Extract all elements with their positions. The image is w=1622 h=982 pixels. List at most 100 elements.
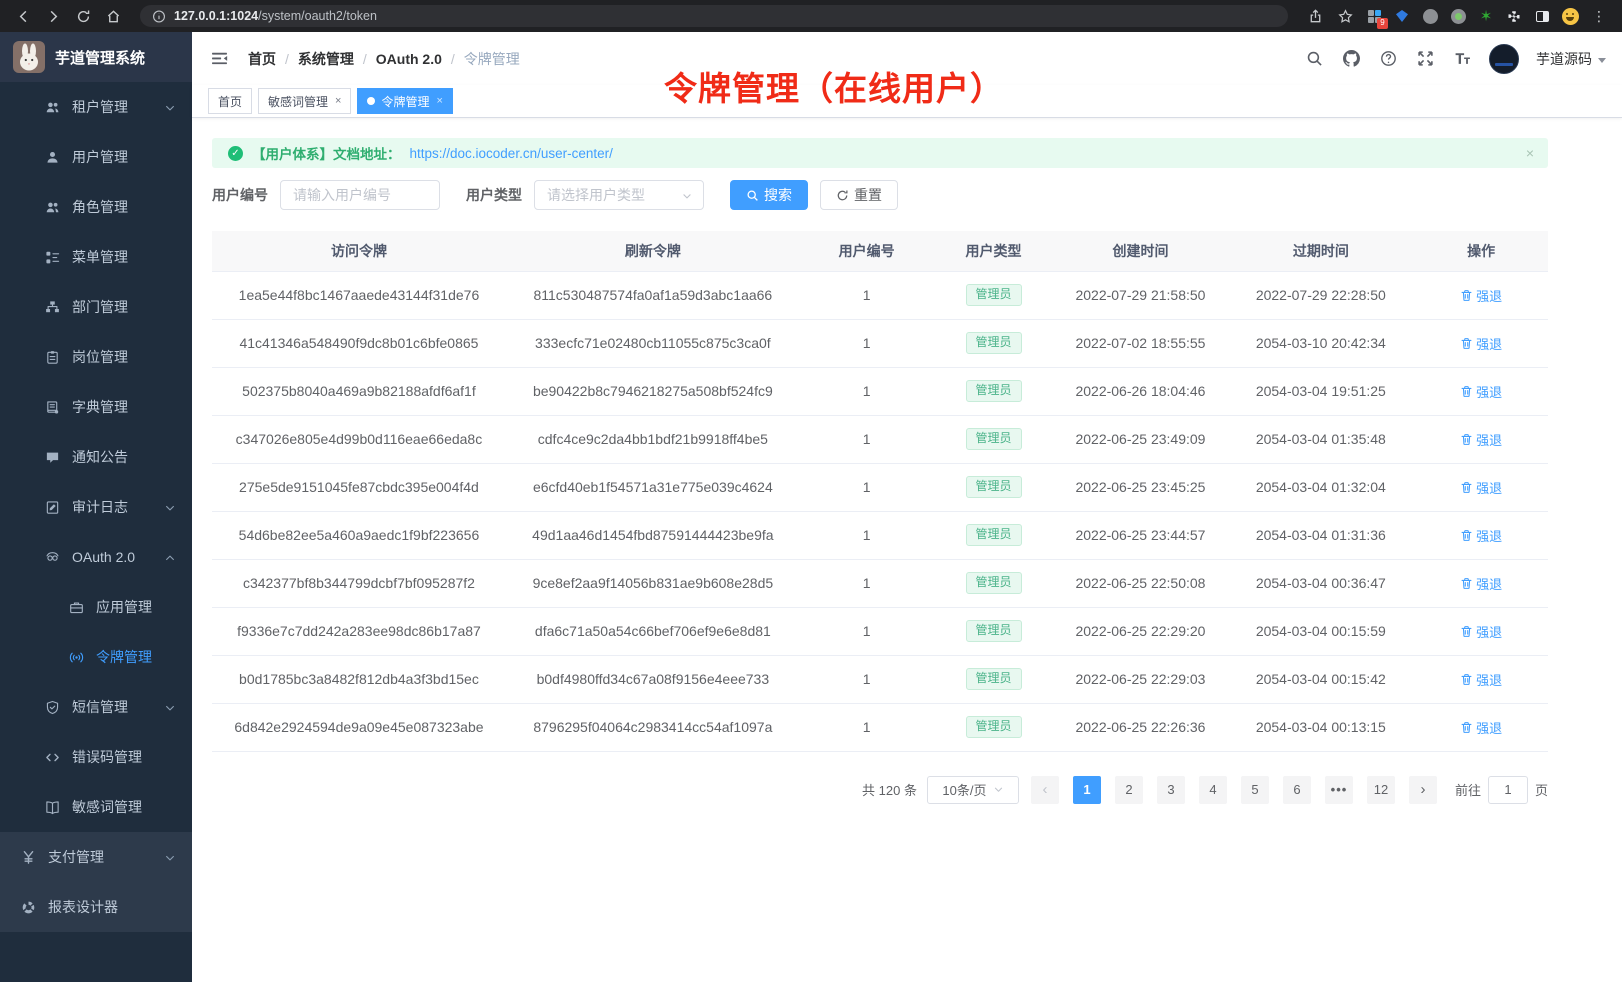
fullscreen-icon[interactable] xyxy=(1415,49,1435,69)
reload-icon[interactable] xyxy=(72,5,94,27)
share-icon[interactable] xyxy=(1304,5,1326,27)
goto-page-input[interactable] xyxy=(1488,776,1528,804)
search-button[interactable]: 搜索 xyxy=(730,180,808,210)
app-logo[interactable]: 芋道管理系统 xyxy=(0,32,192,82)
sidebar-item-菜单管理[interactable]: 菜单管理 xyxy=(0,232,192,282)
access-token-cell: b0d1785bc3a8482f812db4a3f3bd15ec xyxy=(212,655,506,703)
sidebar-item-通知公告[interactable]: 通知公告 xyxy=(0,432,192,482)
extension-gem-icon[interactable] xyxy=(1392,6,1412,26)
page-button-4[interactable]: 4 xyxy=(1199,776,1227,804)
sidebar-item-label: 角色管理 xyxy=(72,197,128,217)
page-button-1[interactable]: 1 xyxy=(1073,776,1101,804)
user-type-select[interactable]: 请选择用户类型 xyxy=(534,180,704,210)
sidebar-item-敏感词管理[interactable]: 敏感词管理 xyxy=(0,782,192,832)
force-logout-button[interactable]: 强退 xyxy=(1460,718,1502,737)
breadcrumb-item[interactable]: 系统管理 xyxy=(298,49,354,69)
sidebar-item-岗位管理[interactable]: 岗位管理 xyxy=(0,332,192,382)
search-icon xyxy=(746,189,759,202)
sidebar-item-label: 审计日志 xyxy=(72,497,128,517)
page-button-2[interactable]: 2 xyxy=(1115,776,1143,804)
browser-menu-icon[interactable]: ⋮ xyxy=(1588,5,1610,27)
bookmark-star-icon[interactable] xyxy=(1334,5,1356,27)
reset-button[interactable]: 重置 xyxy=(820,180,898,210)
prev-page-button[interactable]: ‹ xyxy=(1031,776,1059,804)
sidebar-item-label: 通知公告 xyxy=(72,447,128,467)
user-id-input[interactable] xyxy=(280,180,440,210)
breadcrumb-item[interactable]: 首页 xyxy=(248,49,276,69)
tenant-users-icon xyxy=(44,99,60,115)
sidebar-item-令牌管理[interactable]: 令牌管理 xyxy=(0,632,192,682)
address-bar[interactable]: 127.0.0.1:1024/system/oauth2/token xyxy=(140,5,1288,27)
force-logout-button[interactable]: 强退 xyxy=(1460,670,1502,689)
user-id-cell: 1 xyxy=(800,703,934,751)
user-type-placeholder: 请选择用户类型 xyxy=(547,185,645,205)
extension-star-icon[interactable]: ✶ xyxy=(1476,6,1496,26)
tab-close-icon[interactable]: × xyxy=(335,95,341,107)
sidebar-item-租户管理[interactable]: 租户管理 xyxy=(0,82,192,132)
action-cell: 强退 xyxy=(1414,319,1548,367)
sidebar-item-label: 部门管理 xyxy=(72,297,128,317)
home-icon[interactable] xyxy=(102,5,124,27)
sidebar-item-审计日志[interactable]: 审计日志 xyxy=(0,482,192,532)
sidebar-item-支付管理[interactable]: 支付管理 xyxy=(0,832,192,882)
extension-grid-icon[interactable]: 9 xyxy=(1364,6,1384,26)
sidebar-item-错误码管理[interactable]: 错误码管理 xyxy=(0,732,192,782)
sidebar-item-应用管理[interactable]: 应用管理 xyxy=(0,582,192,632)
page-button-3[interactable]: 3 xyxy=(1157,776,1185,804)
force-logout-button[interactable]: 强退 xyxy=(1460,286,1502,305)
tab-令牌管理[interactable]: 令牌管理× xyxy=(357,88,452,114)
sidebar-item-字典管理[interactable]: 字典管理 xyxy=(0,382,192,432)
force-logout-button[interactable]: 强退 xyxy=(1460,574,1502,593)
page-button-12[interactable]: 12 xyxy=(1367,776,1395,804)
tab-敏感词管理[interactable]: 敏感词管理× xyxy=(258,88,351,114)
profile-avatar-icon[interactable] xyxy=(1560,6,1580,26)
force-logout-button[interactable]: 强退 xyxy=(1460,622,1502,641)
sidebar-item-label: 短信管理 xyxy=(72,697,128,717)
tab-close-icon[interactable]: × xyxy=(436,95,442,107)
extension-circle-icon[interactable] xyxy=(1420,6,1440,26)
search-icon[interactable] xyxy=(1304,49,1324,69)
tab-首页[interactable]: 首页 xyxy=(208,88,252,114)
expire-time-cell: 2054-03-10 20:42:34 xyxy=(1227,319,1414,367)
forward-icon[interactable] xyxy=(42,5,64,27)
access-token-cell: c342377bf8b344799dcbf7bf095287f2 xyxy=(212,559,506,607)
user-menu[interactable]: 芋道源码 xyxy=(1536,49,1606,69)
force-logout-button[interactable]: 强退 xyxy=(1460,382,1502,401)
side-panel-icon[interactable] xyxy=(1532,6,1552,26)
site-info-icon[interactable] xyxy=(152,9,166,23)
sidebar-item-OAuth 2.0[interactable]: OAuth 2.0 xyxy=(0,532,192,582)
help-icon[interactable] xyxy=(1378,49,1398,69)
access-token-cell: 502375b8040a469a9b82188afdf6af1f xyxy=(212,367,506,415)
doc-link[interactable]: https://doc.iocoder.cn/user-center/ xyxy=(410,146,613,161)
breadcrumb-separator: / xyxy=(363,51,367,67)
page-button-6[interactable]: 6 xyxy=(1283,776,1311,804)
page-button-5[interactable]: 5 xyxy=(1241,776,1269,804)
force-logout-button[interactable]: 强退 xyxy=(1460,430,1502,449)
alert-close-icon[interactable]: × xyxy=(1526,145,1534,161)
app-title: 芋道管理系统 xyxy=(55,47,145,68)
next-page-button[interactable]: › xyxy=(1409,776,1437,804)
sidebar-item-角色管理[interactable]: 角色管理 xyxy=(0,182,192,232)
font-size-icon[interactable] xyxy=(1452,49,1472,69)
breadcrumb: 首页/系统管理/OAuth 2.0/令牌管理 xyxy=(248,49,520,69)
collapse-menu-icon[interactable] xyxy=(208,48,230,70)
sidebar-item-报表设计器[interactable]: 报表设计器 xyxy=(0,882,192,932)
expire-time-cell: 2054-03-04 01:31:36 xyxy=(1227,511,1414,559)
page-size-select[interactable]: 10条/页 xyxy=(927,776,1019,804)
pagination-more[interactable]: ••• xyxy=(1325,776,1353,804)
user-avatar[interactable] xyxy=(1489,44,1519,74)
refresh-token-cell: be90422b8c7946218275a508bf524fc9 xyxy=(506,367,800,415)
breadcrumb-item[interactable]: OAuth 2.0 xyxy=(376,51,442,67)
sidebar-item-短信管理[interactable]: 短信管理 xyxy=(0,682,192,732)
force-logout-button[interactable]: 强退 xyxy=(1460,526,1502,545)
force-logout-button[interactable]: 强退 xyxy=(1460,334,1502,353)
force-logout-button[interactable]: 强退 xyxy=(1460,478,1502,497)
sidebar-item-用户管理[interactable]: 用户管理 xyxy=(0,132,192,182)
extension-record-icon[interactable] xyxy=(1448,6,1468,26)
chevron-down-icon xyxy=(164,701,176,713)
github-icon[interactable] xyxy=(1341,49,1361,69)
extensions-puzzle-icon[interactable] xyxy=(1504,6,1524,26)
sidebar-item-部门管理[interactable]: 部门管理 xyxy=(0,282,192,332)
back-icon[interactable] xyxy=(12,5,34,27)
user-type-cell: 管理员 xyxy=(933,607,1053,655)
